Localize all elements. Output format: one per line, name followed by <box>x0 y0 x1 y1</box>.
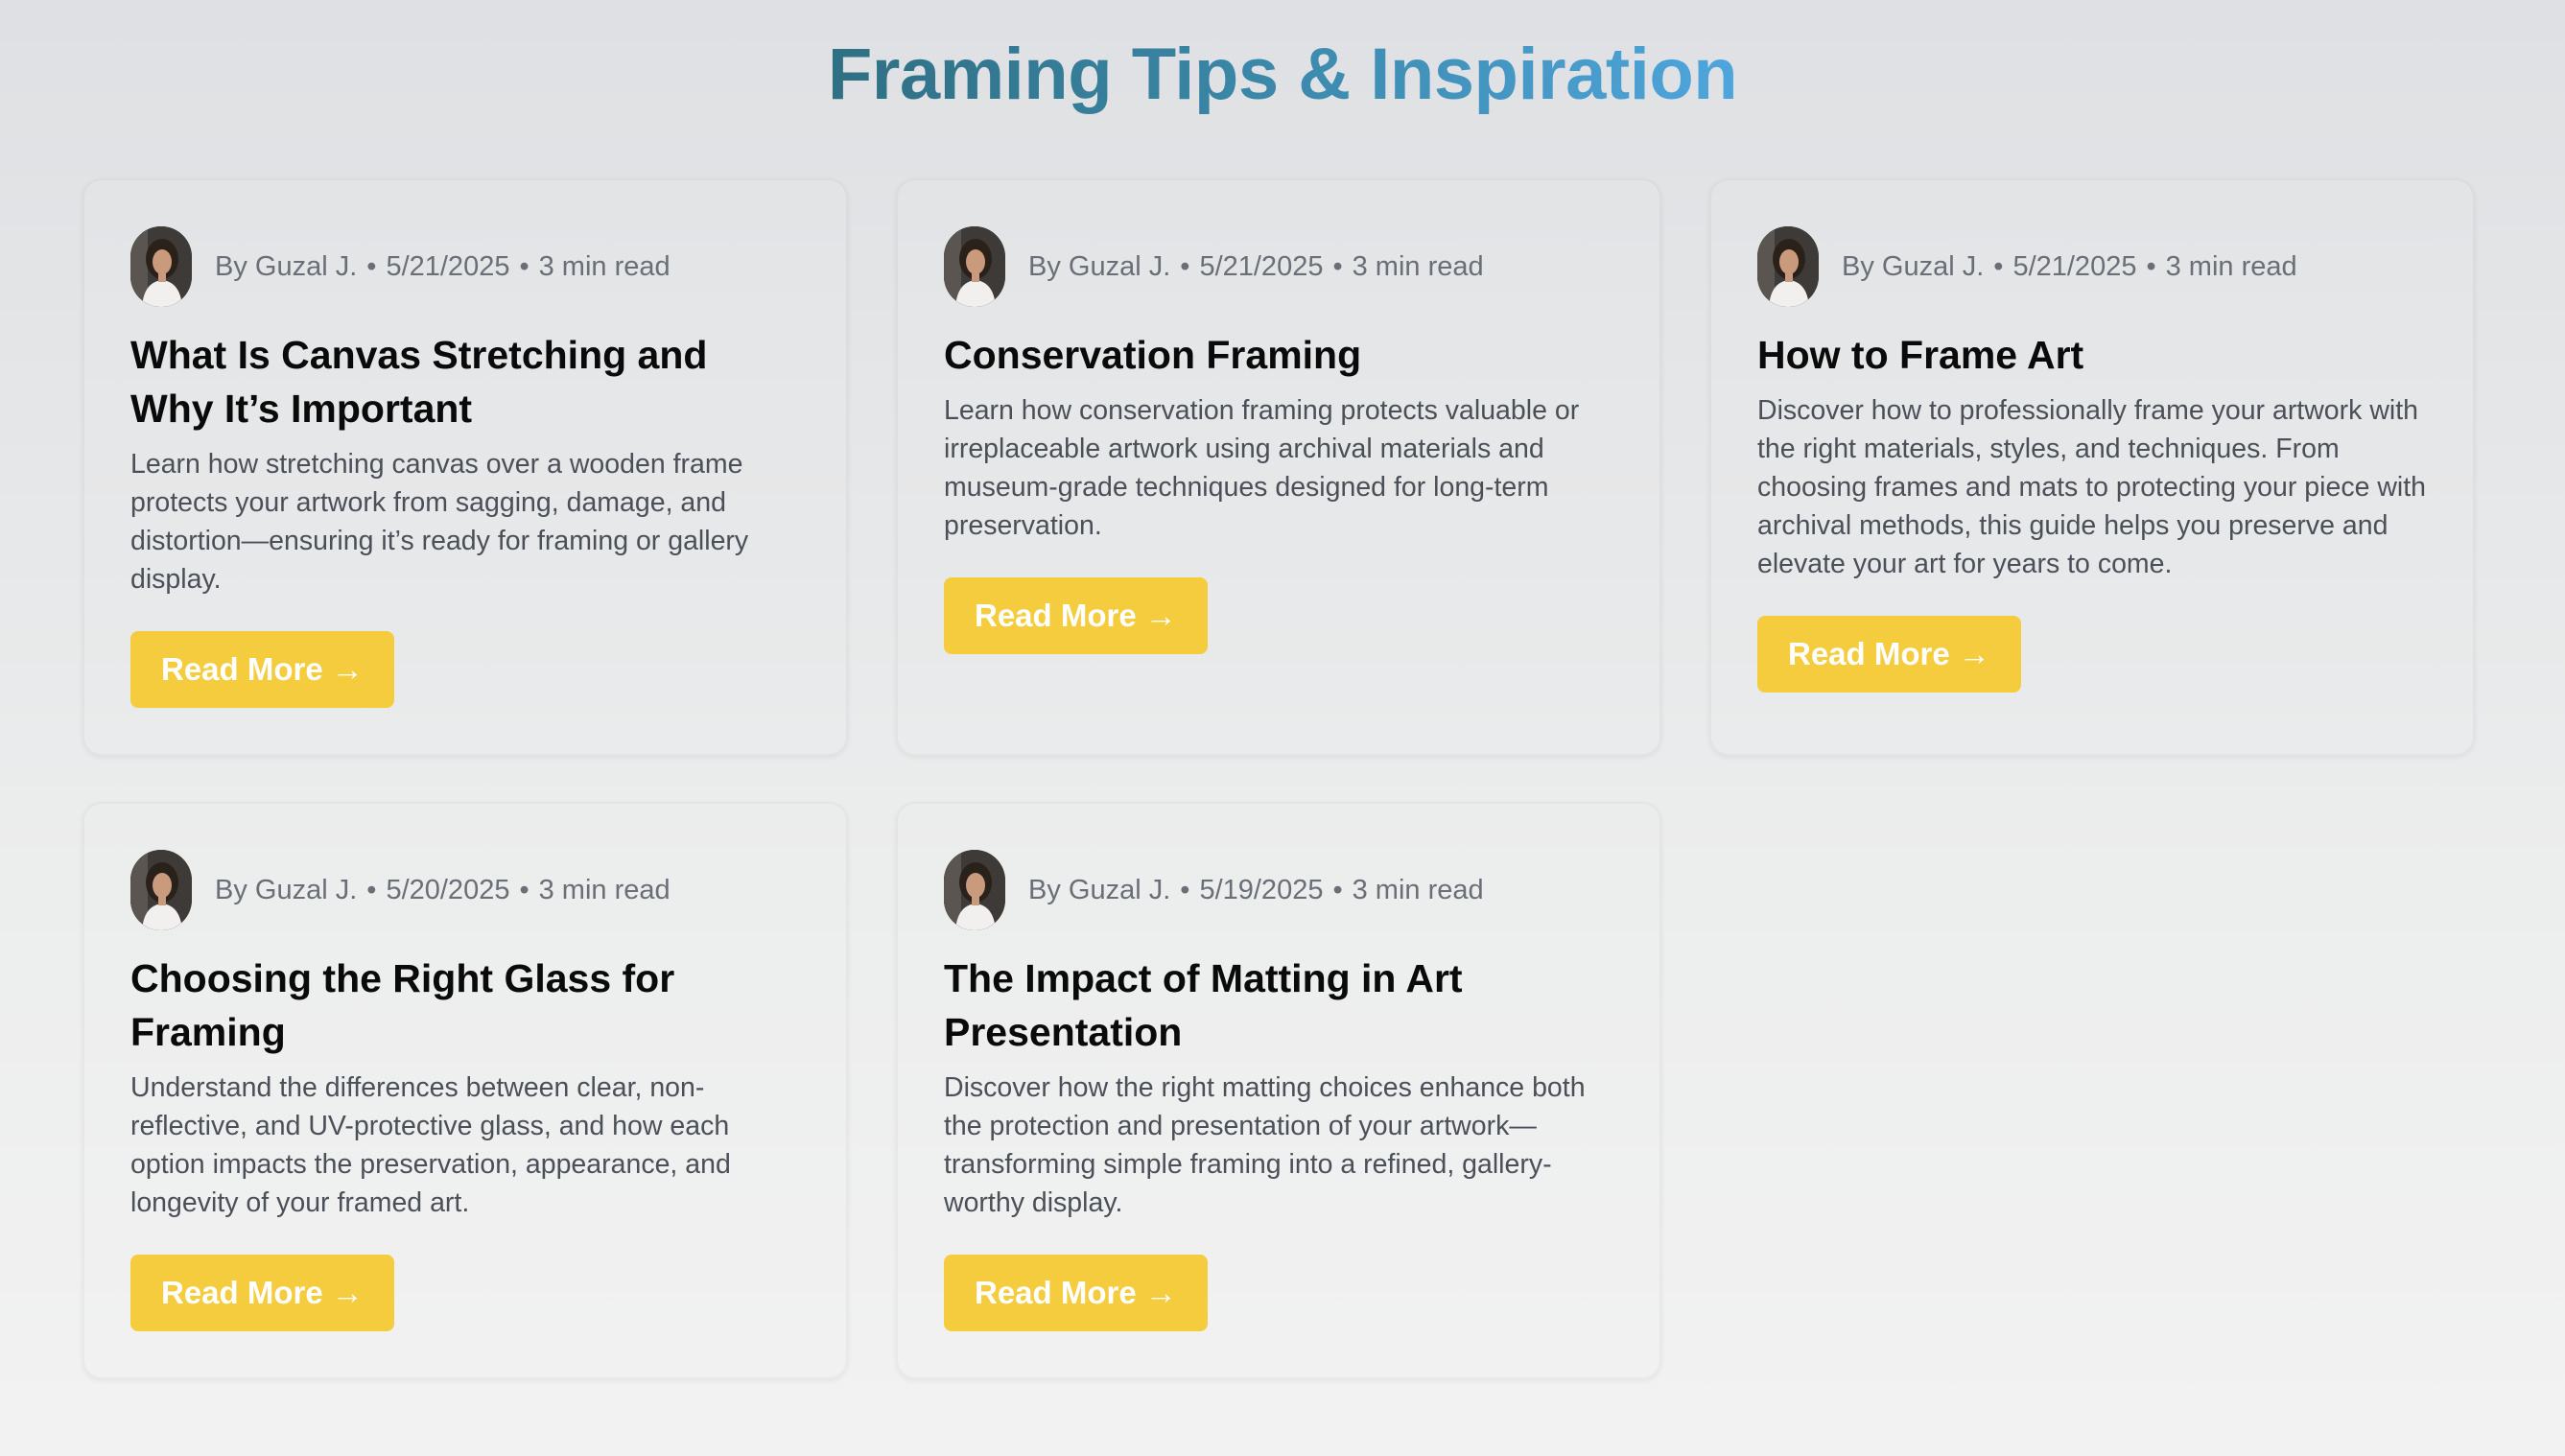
read-more-button[interactable]: Read More → <box>130 1255 394 1331</box>
read-more-button[interactable]: Read More → <box>944 577 1208 654</box>
post-author: By Guzal J. <box>215 250 358 282</box>
post-read-time: 3 min read <box>538 250 671 282</box>
author-avatar <box>130 850 192 930</box>
post-title: Conservation Framing <box>944 333 1362 377</box>
separator-dot: • <box>519 250 529 282</box>
post-read-time: 3 min read <box>2165 250 2297 282</box>
author-avatar <box>1757 226 1819 307</box>
post-author: By Guzal J. <box>1842 250 1985 282</box>
separator-dot: • <box>366 250 377 282</box>
author-avatar <box>944 226 1005 307</box>
post-meta: By Guzal J. • 5/21/2025 • 3 min read <box>1757 226 2427 307</box>
author-avatar <box>944 850 1005 930</box>
blog-card: By Guzal J. • 5/19/2025 • 3 min read The Imp… <box>896 802 1661 1379</box>
post-excerpt: Learn how stretching canvas over a woode… <box>130 449 749 595</box>
post-excerpt: Learn how conservation framing protects … <box>944 395 1580 541</box>
post-date: 5/21/2025 <box>386 250 510 282</box>
post-author: By Guzal J. <box>1028 250 1171 282</box>
read-more-button[interactable]: Read More → <box>944 1255 1208 1331</box>
post-title: Choosing the Right Glass for Framing <box>130 956 675 1054</box>
post-excerpt: Discover how the right matting choices e… <box>944 1072 1586 1218</box>
separator-dot: • <box>2146 250 2156 282</box>
post-author: By Guzal J. <box>1028 874 1171 905</box>
post-date: 5/21/2025 <box>1199 250 1324 282</box>
post-date: 5/20/2025 <box>386 874 510 905</box>
post-author: By Guzal J. <box>215 874 358 905</box>
page-title: Framing Tips & Inspiration <box>0 33 2565 116</box>
post-meta: By Guzal J. • 5/21/2025 • 3 min read <box>944 226 1613 307</box>
post-title: How to Frame Art <box>1757 333 2084 377</box>
post-excerpt: Discover how to professionally frame you… <box>1757 395 2427 579</box>
blog-card: By Guzal J. • 5/21/2025 • 3 min read How to … <box>1709 178 2475 756</box>
blog-card: By Guzal J. • 5/21/2025 • 3 min read Conserv… <box>896 178 1661 756</box>
post-date: 5/21/2025 <box>2012 250 2137 282</box>
separator-dot: • <box>1332 874 1343 905</box>
post-meta: By Guzal J. • 5/19/2025 • 3 min read <box>944 850 1613 930</box>
post-meta: By Guzal J. • 5/21/2025 • 3 min read <box>130 226 800 307</box>
post-excerpt: Understand the differences between clear… <box>130 1072 731 1218</box>
author-avatar <box>130 226 192 307</box>
read-more-button[interactable]: Read More → <box>1757 616 2021 693</box>
separator-dot: • <box>1993 250 2004 282</box>
blog-card: By Guzal J. • 5/20/2025 • 3 min read Choosin… <box>82 802 848 1379</box>
post-meta: By Guzal J. • 5/20/2025 • 3 min read <box>130 850 800 930</box>
post-read-time: 3 min read <box>1352 250 1484 282</box>
read-more-button[interactable]: Read More → <box>130 631 394 708</box>
separator-dot: • <box>366 874 377 905</box>
separator-dot: • <box>1180 250 1190 282</box>
separator-dot: • <box>519 874 529 905</box>
separator-dot: • <box>1332 250 1343 282</box>
separator-dot: • <box>1180 874 1190 905</box>
post-read-time: 3 min read <box>538 874 671 905</box>
post-date: 5/19/2025 <box>1199 874 1324 905</box>
blog-card: By Guzal J. • 5/21/2025 • 3 min read What Is… <box>82 178 848 756</box>
post-read-time: 3 min read <box>1352 874 1484 905</box>
post-title: What Is Canvas Stretching and Why It’s I… <box>130 333 708 431</box>
post-title: The Impact of Matting in Art Presentatio… <box>944 956 1463 1054</box>
